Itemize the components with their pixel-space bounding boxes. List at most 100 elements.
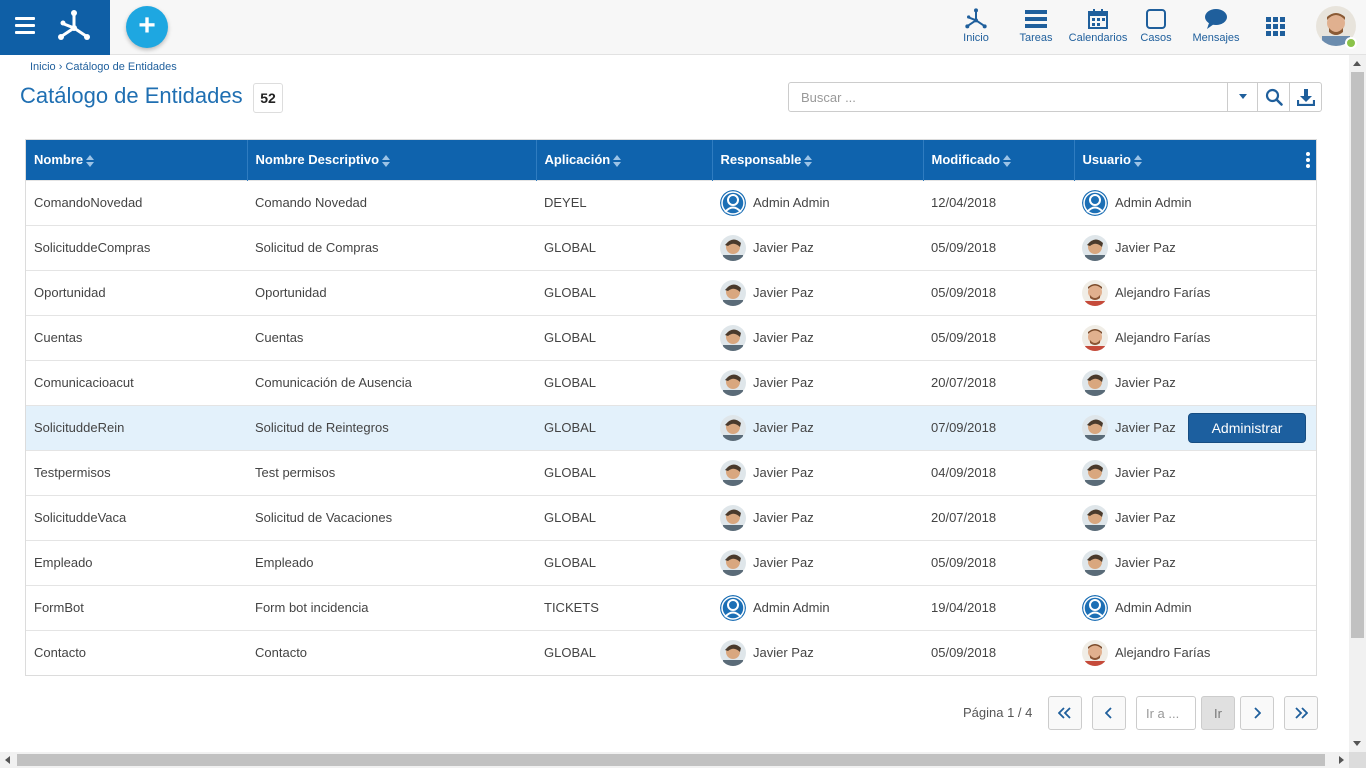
cell-responsable: Javier Paz <box>712 630 923 675</box>
person-name: Javier Paz <box>753 375 814 390</box>
brand-area <box>0 0 110 55</box>
cell-modificado: 04/09/2018 <box>931 465 997 480</box>
avatar <box>720 549 746 576</box>
cell-usuario: Admin Admin <box>1074 585 1316 630</box>
search-dropdown-button[interactable] <box>1227 83 1257 111</box>
header-label: Nombre <box>34 152 84 168</box>
cell-aplicacion: DEYEL <box>544 195 587 210</box>
prev-page-button[interactable] <box>1092 696 1126 730</box>
person-name: Admin Admin <box>753 600 830 615</box>
nav-casos[interactable]: Casos <box>1138 6 1174 44</box>
avatar <box>1082 324 1108 351</box>
column-header-responsable[interactable]: Responsable <box>712 140 924 180</box>
column-header-nombre[interactable]: Nombre <box>26 140 248 180</box>
search-bar <box>788 82 1322 112</box>
add-button[interactable]: + <box>126 6 168 48</box>
table-row[interactable]: Empleado Empleado GLOBAL Javier Paz 05/09/20… <box>26 540 1316 585</box>
chevron-down-icon <box>1238 94 1247 99</box>
logo-network-icon[interactable] <box>56 8 92 44</box>
nav-calendarios[interactable]: Calendarios <box>1067 6 1129 44</box>
avatar <box>1082 504 1108 531</box>
cell-usuario: Javier Paz <box>1074 360 1316 405</box>
table-header-row: Nombre Nombre Descriptivo Aplicación Res… <box>26 140 1316 180</box>
cell-nombre: SolicituddeRein <box>34 420 125 435</box>
sort-icon[interactable] <box>1133 154 1142 167</box>
column-header-nombre-descriptivo[interactable]: Nombre Descriptivo <box>247 140 537 180</box>
cell-usuario: Javier Paz <box>1074 225 1316 270</box>
sort-icon[interactable] <box>613 154 622 167</box>
cell-responsable: Javier Paz <box>712 225 923 270</box>
cell-responsable: Javier Paz <box>712 360 923 405</box>
person-name: Javier Paz <box>753 240 814 255</box>
column-options-icon[interactable] <box>1306 152 1310 168</box>
avatar <box>720 189 746 216</box>
person-name: Javier Paz <box>1115 510 1176 525</box>
table-row[interactable]: SolicituddeVaca Solicitud de Vacaciones GL… <box>26 495 1316 540</box>
avatar <box>1082 459 1108 486</box>
cell-modificado: 20/07/2018 <box>931 375 997 390</box>
cell-responsable: Javier Paz <box>712 405 923 450</box>
cell-modificado: 05/09/2018 <box>931 285 997 300</box>
go-button[interactable]: Ir <box>1201 696 1235 730</box>
last-page-button[interactable] <box>1284 696 1318 730</box>
search-input[interactable] <box>789 83 1227 111</box>
breadcrumb: Inicio › Catálogo de Entidades <box>30 61 177 73</box>
table-row[interactable]: Cuentas Cuentas GLOBAL Javier Paz 05/09/2018… <box>26 315 1316 360</box>
menu-icon[interactable] <box>15 17 35 35</box>
sort-icon[interactable] <box>382 154 391 167</box>
first-page-button[interactable] <box>1048 696 1082 730</box>
person-name: Javier Paz <box>1115 465 1176 480</box>
download-icon <box>1296 89 1315 106</box>
cell-nombre: Empleado <box>34 555 93 570</box>
next-page-button[interactable] <box>1240 696 1274 730</box>
sort-icon[interactable] <box>804 154 813 167</box>
cell-nombre: FormBot <box>34 600 84 615</box>
column-header-modificado[interactable]: Modificado <box>923 140 1075 180</box>
person-name: Javier Paz <box>1115 420 1176 435</box>
nav-label: Tareas <box>1019 32 1053 44</box>
cell-nombre: ComandoNovedad <box>34 195 143 210</box>
goto-page-input[interactable] <box>1136 696 1196 730</box>
avatar <box>1082 639 1108 666</box>
column-header-usuario[interactable]: Usuario <box>1074 140 1316 180</box>
breadcrumb-current[interactable]: Catálogo de Entidades <box>65 61 176 73</box>
cell-responsable: Javier Paz <box>712 495 923 540</box>
nav-mensajes[interactable]: Mensajes <box>1190 6 1242 44</box>
person-name: Javier Paz <box>753 420 814 435</box>
table-row[interactable]: Oportunidad Oportunidad GLOBAL Javier Paz 05… <box>26 270 1316 315</box>
nav-tareas[interactable]: Tareas <box>1016 6 1056 44</box>
table-row[interactable]: ComandoNovedad Comando Novedad DEYEL Admin … <box>26 180 1316 225</box>
apps-grid-icon[interactable] <box>1266 17 1286 37</box>
cell-aplicacion: GLOBAL <box>544 420 597 435</box>
table-row[interactable]: Testpermisos Test permisos GLOBAL Javier Pa… <box>26 450 1316 495</box>
sort-icon[interactable] <box>86 154 95 167</box>
cell-usuario: Javier Paz Administrar <box>1074 405 1316 450</box>
person-name: Javier Paz <box>753 555 814 570</box>
download-button[interactable] <box>1289 83 1321 111</box>
cell-nombre: Oportunidad <box>34 285 106 300</box>
avatar <box>720 324 746 351</box>
table-row[interactable]: Contacto Contacto GLOBAL Javier Paz 05/09/20… <box>26 630 1316 675</box>
person-name: Javier Paz <box>753 465 814 480</box>
nav-label: Mensajes <box>1192 32 1240 44</box>
table-row[interactable]: FormBot Form bot incidencia TICKETS Admin A… <box>26 585 1316 630</box>
person-name: Admin Admin <box>753 195 830 210</box>
header-label: Usuario <box>1082 152 1131 168</box>
administrar-button[interactable]: Administrar <box>1188 412 1306 443</box>
breadcrumb-home[interactable]: Inicio <box>30 61 56 73</box>
avatar <box>720 234 746 261</box>
cell-aplicacion: GLOBAL <box>544 240 597 255</box>
horizontal-scrollbar[interactable] <box>0 752 1349 768</box>
table-row[interactable]: SolicituddeCompras Solicitud de Compras GL… <box>26 225 1316 270</box>
cell-nombre-descriptivo: Oportunidad <box>255 285 327 300</box>
avatar <box>720 279 746 306</box>
table-row[interactable]: SolicituddeRein Solicitud de Reintegros GL… <box>26 405 1316 450</box>
search-button[interactable] <box>1257 83 1289 111</box>
sort-icon[interactable] <box>1003 154 1012 167</box>
nav-inicio[interactable]: Inicio <box>956 6 996 44</box>
cell-responsable: Admin Admin <box>712 585 923 630</box>
vertical-scrollbar[interactable] <box>1349 55 1366 752</box>
table-row[interactable]: Comunicacioacut Comunicación de Ausencia G… <box>26 360 1316 405</box>
double-chevron-right-icon <box>1295 707 1308 719</box>
column-header-aplicacion[interactable]: Aplicación <box>536 140 713 180</box>
